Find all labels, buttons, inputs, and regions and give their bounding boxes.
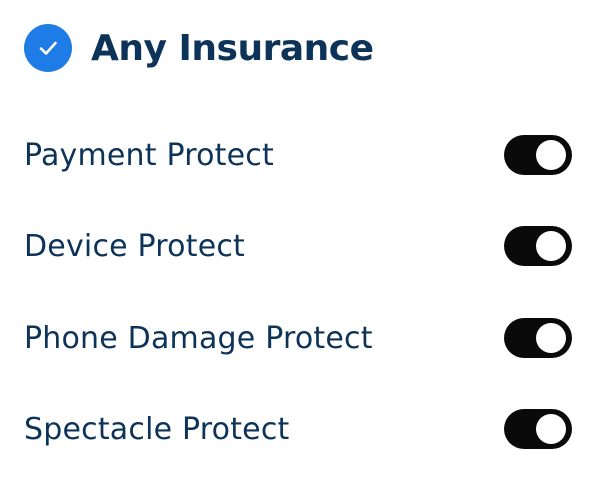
option-row-device-protect: Device Protect [24, 224, 572, 268]
option-label: Spectacle Protect [24, 411, 290, 447]
toggle-knob [536, 231, 566, 261]
device-protect-toggle[interactable] [504, 226, 572, 266]
option-label: Phone Damage Protect [24, 320, 373, 356]
toggle-knob [536, 414, 566, 444]
toggle-knob [536, 140, 566, 170]
insurance-header[interactable]: Any Insurance [24, 24, 374, 72]
option-label: Device Protect [24, 228, 246, 264]
check-circle-icon[interactable] [24, 24, 72, 72]
option-label: Payment Protect [24, 137, 274, 173]
option-row-phone-damage-protect: Phone Damage Protect [24, 316, 572, 360]
toggle-knob [536, 323, 566, 353]
payment-protect-toggle[interactable] [504, 135, 572, 175]
checkmark-icon [39, 41, 57, 55]
option-row-spectacle-protect: Spectacle Protect [24, 407, 572, 451]
spectacle-protect-toggle[interactable] [504, 409, 572, 449]
phone-damage-protect-toggle[interactable] [504, 318, 572, 358]
option-row-payment-protect: Payment Protect [24, 133, 572, 177]
insurance-title: Any Insurance [91, 27, 374, 69]
